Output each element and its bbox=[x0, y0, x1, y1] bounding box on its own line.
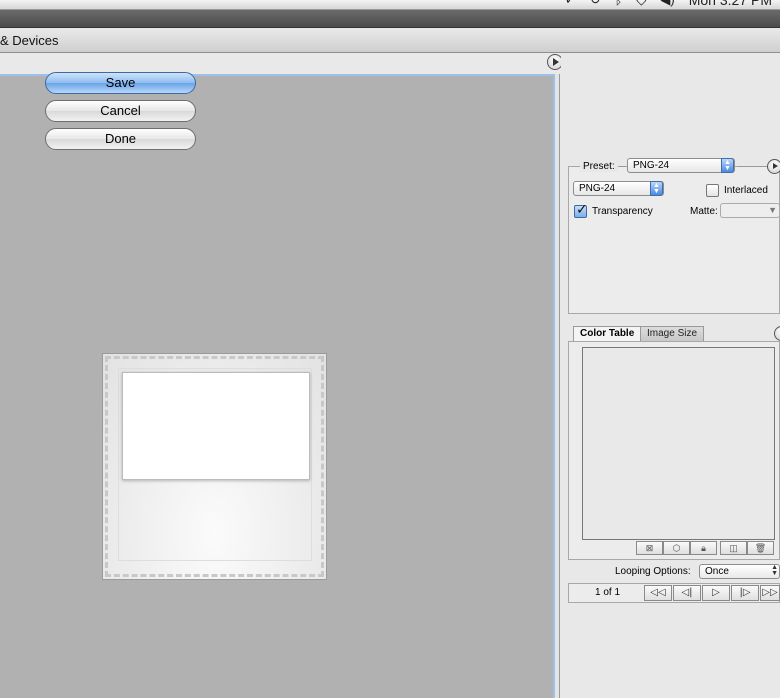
file-format-value: PNG-24 bbox=[579, 183, 616, 194]
system-menu-bar: ✓ ↻ ᛒ ◇ ◀) Mon 3:27 PM bbox=[0, 0, 780, 10]
shield-check-icon[interactable]: ✓ bbox=[565, 0, 576, 9]
new-color-icon[interactable]: ◫ bbox=[720, 541, 747, 555]
time-machine-icon[interactable]: ↻ bbox=[590, 0, 601, 9]
panel-splitter[interactable] bbox=[555, 74, 560, 698]
preset-line-left bbox=[618, 166, 626, 167]
matte-select[interactable]: ▼ bbox=[720, 203, 780, 218]
map-colors-icon[interactable]: ⊠ bbox=[636, 541, 663, 555]
looping-options-value: Once bbox=[705, 566, 729, 577]
color-table-swatches[interactable] bbox=[582, 347, 775, 540]
previous-frame-button[interactable]: ◁| bbox=[673, 585, 701, 601]
done-button[interactable]: Done bbox=[45, 128, 196, 150]
preset-select[interactable]: PNG-24 ▲ ▼ bbox=[627, 158, 735, 173]
last-frame-button[interactable]: ▷▷ bbox=[760, 585, 780, 601]
web-shift-icon[interactable]: ⬡ bbox=[663, 541, 690, 555]
preset-value: PNG-24 bbox=[633, 160, 670, 171]
next-frame-button[interactable]: |▷ bbox=[731, 585, 759, 601]
first-frame-button[interactable]: ◁◁ bbox=[644, 585, 672, 601]
menu-extras: ✓ ↻ ᛒ ◇ ◀) Mon 3:27 PM bbox=[565, 0, 780, 9]
app-toolbar-strip bbox=[0, 10, 780, 28]
bluetooth-icon[interactable]: ᛒ bbox=[615, 0, 623, 9]
popup-arrows-icon: ▲ ▼ bbox=[650, 181, 663, 196]
preset-line-right bbox=[738, 166, 768, 167]
transparency-label: Transparency bbox=[592, 206, 653, 217]
dropdown-arrow-icon: ▼ bbox=[768, 205, 777, 215]
looping-options-label: Looping Options: bbox=[615, 566, 691, 577]
trash-icon[interactable]: 🗑︎ bbox=[747, 541, 774, 555]
preview-header bbox=[0, 53, 560, 74]
menu-clock[interactable]: Mon 3:27 PM bbox=[689, 0, 772, 9]
window-title-bar[interactable]: & Devices bbox=[0, 29, 780, 53]
lock-color-icon[interactable]: 🔒︎ bbox=[690, 541, 717, 555]
optimize-menu-button[interactable] bbox=[767, 159, 780, 174]
transparency-checkbox[interactable] bbox=[574, 202, 588, 218]
looping-options-select[interactable]: Once ▲ ▼ bbox=[699, 564, 780, 579]
matte-label: Matte: bbox=[690, 206, 718, 217]
frame-counter: 1 of 1 bbox=[595, 587, 621, 598]
interlaced-checkbox[interactable] bbox=[706, 184, 719, 197]
popup-arrows-icon: ▲ ▼ bbox=[771, 564, 778, 577]
tab-color-table[interactable]: Color Table bbox=[573, 326, 642, 341]
interlaced-label: Interlaced bbox=[724, 185, 768, 196]
cancel-button[interactable]: Cancel bbox=[45, 100, 196, 122]
image-preview bbox=[102, 353, 327, 580]
popup-arrows-icon: ▲ ▼ bbox=[721, 158, 734, 173]
volume-icon[interactable]: ◀) bbox=[660, 0, 674, 9]
tab-image-size[interactable]: Image Size bbox=[640, 326, 705, 341]
window-title: & Devices bbox=[0, 33, 59, 48]
wifi-icon[interactable]: ◇ bbox=[636, 0, 646, 9]
preset-label: Preset: bbox=[580, 161, 618, 172]
file-format-select[interactable]: PNG-24 ▲ ▼ bbox=[573, 181, 664, 196]
play-button[interactable]: ▷ bbox=[702, 585, 730, 601]
artwork-white-panel bbox=[122, 372, 310, 480]
save-button[interactable]: Save bbox=[45, 72, 196, 94]
